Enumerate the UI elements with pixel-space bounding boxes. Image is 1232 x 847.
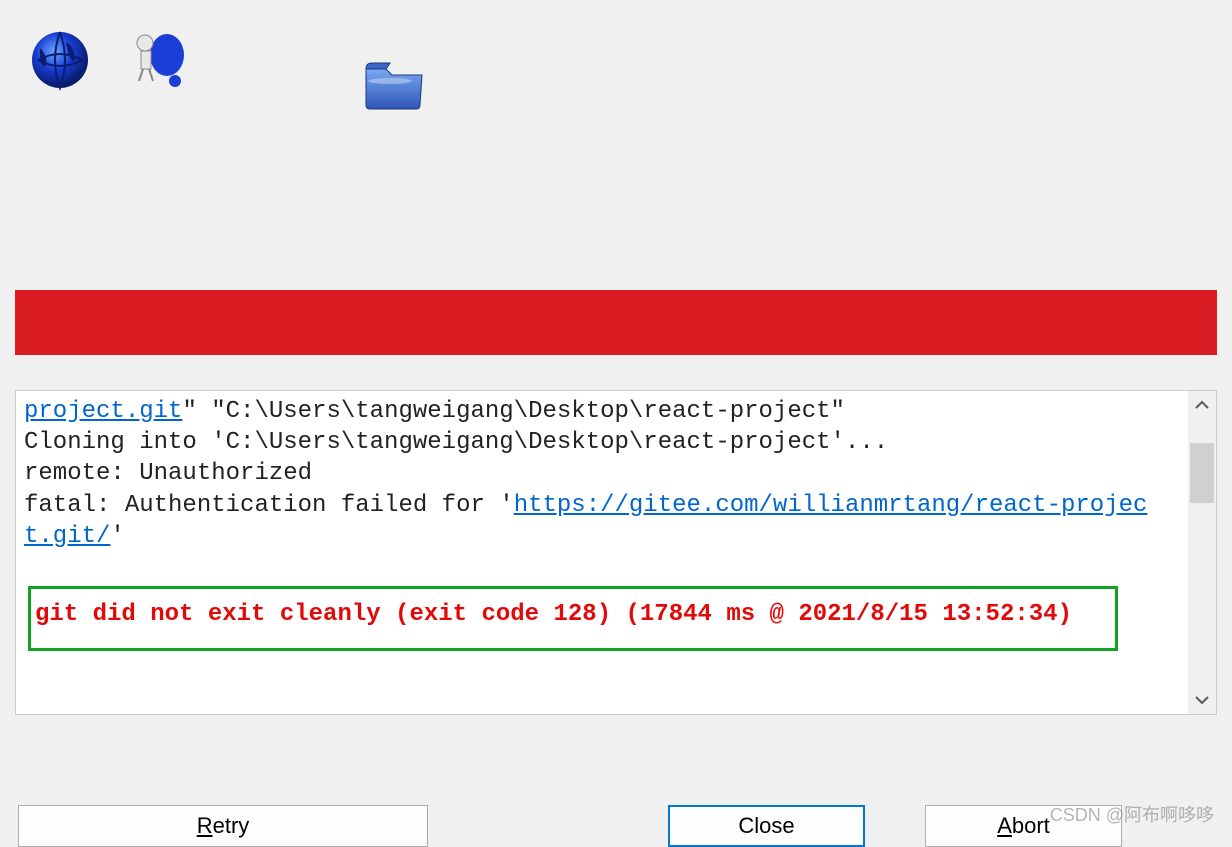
globe-icon[interactable]: [25, 20, 95, 100]
close-label: Close: [738, 813, 794, 839]
retry-rest: etry: [213, 813, 250, 838]
clone-dest-path: " "C:\Users\tangweigang\Desktop\react-pr…: [182, 398, 845, 425]
remote-unauthorized-line: remote: Unauthorized: [24, 460, 312, 487]
cloning-into-line: Cloning into 'C:\Users\tangweigang\Deskt…: [24, 429, 888, 456]
scroll-down-arrow-icon[interactable]: [1188, 686, 1216, 714]
error-red-bar: [15, 290, 1217, 355]
abort-rest: bort: [1012, 813, 1050, 838]
repo-link-partial[interactable]: project.git: [24, 398, 182, 425]
git-output-text: project.git" "C:\Users\tangweigang\Deskt…: [16, 391, 1161, 656]
folder-icon[interactable]: [360, 45, 430, 125]
toolbar: [0, 0, 1232, 130]
close-button[interactable]: Close: [668, 805, 865, 847]
scrollbar-thumb[interactable]: [1190, 443, 1214, 503]
dialog-button-row: Retry Close Abort: [0, 805, 1232, 847]
fatal-suffix: ': [110, 523, 124, 550]
abort-accel: A: [997, 813, 1012, 838]
scroll-up-arrow-icon[interactable]: [1190, 391, 1214, 419]
retry-accel: R: [197, 813, 213, 838]
retry-button[interactable]: Retry: [18, 805, 428, 847]
abort-button[interactable]: Abort: [925, 805, 1122, 847]
error-exit-code-box: git did not exit cleanly (exit code 128)…: [28, 586, 1118, 651]
vertical-scrollbar[interactable]: [1188, 391, 1216, 714]
output-panel: project.git" "C:\Users\tangweigang\Deskt…: [15, 390, 1217, 715]
robot-shield-icon[interactable]: [125, 20, 195, 100]
fatal-prefix: fatal: Authentication failed for ': [24, 492, 514, 519]
